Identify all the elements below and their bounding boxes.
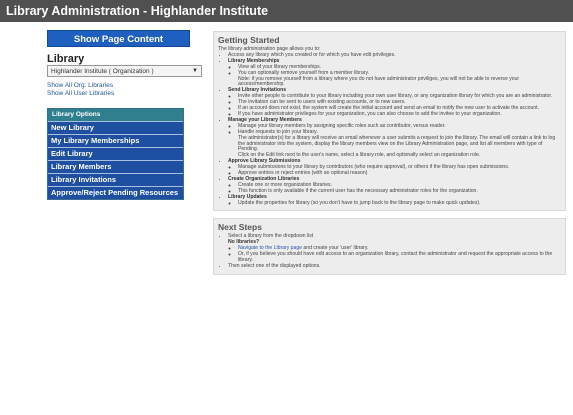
next-steps-text: Select a library from the dropdown list … (218, 234, 561, 269)
list-item: Handle requests to join your library. Th… (238, 129, 561, 160)
show-all-org-libraries-link[interactable]: Show All Org. Libraries (47, 82, 190, 90)
next-steps-heading: Next Steps (218, 222, 262, 233)
list-item: Send Library Invitations Invite other pe… (228, 87, 561, 118)
library-links: Show All Org. Libraries Show All User Li… (47, 82, 190, 98)
getting-started-heading: Getting Started (218, 35, 280, 45)
page-title: Library Administration - Highlander Inst… (6, 4, 269, 18)
show-page-content-button[interactable]: Show Page Content (47, 30, 190, 47)
menu-item-library-invitations[interactable]: Library Invitations (48, 173, 183, 186)
show-all-user-libraries-link[interactable]: Show All User Libraries (47, 90, 190, 98)
menu-item-library-members[interactable]: Library Members (48, 160, 183, 173)
note-text: Note: if you remove yourself from a libr… (238, 75, 520, 88)
dropdown-arrow-icon: ▼ (192, 68, 198, 74)
section-title: Manage your Library Members (228, 116, 302, 123)
list-item-text: The administrator(s) for a library will … (238, 134, 556, 153)
list-item: Create Organization Libraries Create one… (228, 176, 561, 195)
menu-item-edit-library[interactable]: Edit Library (48, 147, 183, 160)
list-item: Update the properties for library (so yo… (238, 200, 561, 207)
menu-item-approve-reject-pending[interactable]: Approve/Reject Pending Resources (48, 186, 183, 199)
next-steps-panel: Next Steps Select a library from the dro… (213, 218, 566, 275)
library-label: Library (47, 53, 85, 65)
getting-started-panel: Getting Started The library administrati… (213, 31, 566, 212)
list-item: Then select one of the displayed options… (228, 263, 561, 270)
list-item: Approve Library Submissions Manage submi… (228, 158, 561, 177)
getting-started-text: The library administration page allows y… (218, 46, 561, 207)
library-select[interactable]: Highlander Institute ( Organization ) ▼ (47, 65, 202, 77)
page-header: Library Administration - Highlander Inst… (0, 0, 573, 22)
library-select-value: Highlander Institute ( Organization ) (51, 68, 154, 75)
menu-item-my-library-memberships[interactable]: My Library Memberships (48, 134, 183, 147)
library-options-menu: Library Options New Library My Library M… (47, 108, 184, 200)
section-title: Library Memberships (228, 57, 280, 64)
list-item: Select a library from the dropdown list … (228, 234, 561, 264)
list-item: Library Updates Update the properties fo… (228, 193, 561, 207)
section-title: Library Updates (228, 193, 267, 200)
menu-item-new-library[interactable]: New Library (48, 121, 183, 134)
list-item: Library Memberships View all of your lib… (228, 57, 561, 89)
sidebar: Show Page Content Library Highlander Ins… (47, 30, 202, 200)
main-content: Getting Started The library administrati… (213, 31, 566, 275)
list-item: Manage your Library Members Manage your … (228, 116, 561, 160)
library-options-title: Library Options (48, 109, 183, 121)
list-item: You can optionally remove yourself from … (238, 70, 561, 89)
feature-list: Access any library which you created or … (218, 52, 561, 207)
